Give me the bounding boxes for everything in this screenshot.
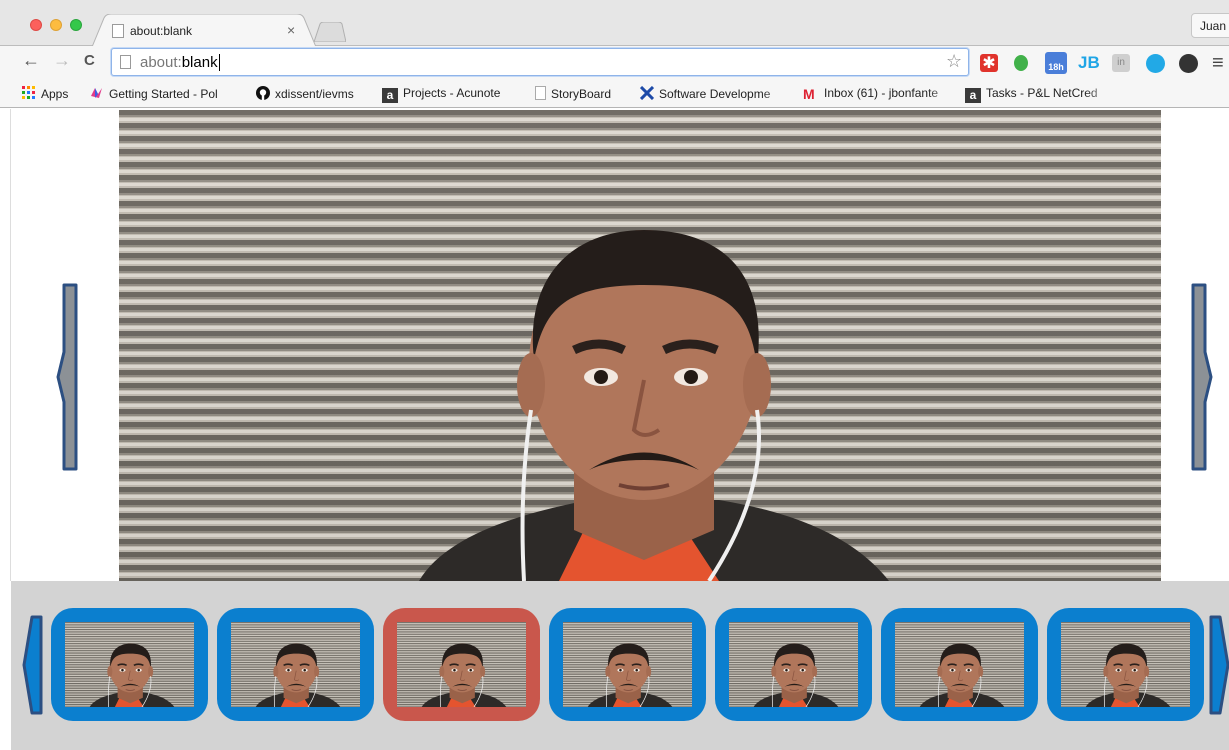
tab-title: about:blank: [130, 24, 193, 38]
profile-button[interactable]: Juan: [1191, 13, 1229, 38]
tab-close-icon[interactable]: ×: [287, 22, 295, 38]
jb-extension-icon[interactable]: JB: [1078, 53, 1100, 72]
thumbnail-image: [367, 622, 556, 707]
thumbnail[interactable]: [35, 608, 224, 721]
address-bar[interactable]: [111, 48, 969, 76]
thumbnail[interactable]: [699, 608, 888, 721]
address-rest: blank: [181, 54, 218, 71]
acunote-icon: a: [382, 88, 398, 103]
bookmark-label: Inbox (61) - jbonfante: [824, 86, 939, 100]
thumbnail-selected[interactable]: [367, 608, 556, 721]
thumbnail-image: [1031, 622, 1220, 707]
zoom-window-button[interactable]: [70, 19, 82, 31]
bookmark-label: Getting Started - Pol: [109, 87, 218, 101]
bookmark-label: StoryBoard: [551, 87, 612, 101]
thumbnail-image: [533, 622, 722, 707]
bookmark-projects-acunote[interactable]: a Projects - Acunote: [382, 86, 500, 103]
bookmark-software-development[interactable]: Software Developme: [640, 86, 792, 101]
bookmark-getting-started[interactable]: Getting Started - Pol: [90, 86, 250, 101]
thumbnail[interactable]: [865, 608, 1054, 721]
search-extension-icon[interactable]: [1146, 54, 1165, 73]
close-window-button[interactable]: [30, 19, 42, 31]
thumbnail[interactable]: [201, 608, 390, 721]
gmail-icon: M: [803, 86, 815, 101]
thumbnail-image: [699, 622, 888, 707]
bookmark-label: Software Developme: [659, 87, 771, 101]
bookmark-apps[interactable]: Apps: [22, 86, 68, 101]
minimize-window-button[interactable]: [50, 19, 62, 31]
page-icon: [120, 55, 131, 69]
previous-arrow-button[interactable]: [56, 282, 80, 472]
thumbnail[interactable]: [533, 608, 722, 721]
calendar-extension-icon[interactable]: 18h: [1045, 52, 1067, 74]
page-edge: [0, 109, 11, 581]
asterisk-extension-icon[interactable]: ✱: [980, 54, 998, 72]
new-tab-button[interactable]: [314, 22, 346, 42]
address-text[interactable]: about:blank: [140, 54, 220, 71]
reload-icon[interactable]: C: [84, 52, 95, 69]
page-icon: [535, 86, 546, 100]
bookmark-label: xdissent/ievms: [275, 87, 354, 101]
tab-active[interactable]: [92, 14, 316, 47]
polymer-icon: [91, 88, 102, 98]
x-logo-icon: [640, 86, 654, 100]
bookmark-inbox[interactable]: M Inbox (61) - jbonfante: [803, 86, 958, 101]
evernote-drop-icon[interactable]: [1014, 55, 1028, 71]
clock-extension-icon[interactable]: [1179, 54, 1198, 73]
bookmark-tasks[interactable]: a Tasks - P&L NetCred: [965, 86, 1115, 103]
thumbnail-image: [35, 622, 224, 707]
bookmark-star-icon[interactable]: ☆: [946, 51, 962, 72]
main-video-frame: [119, 110, 1161, 581]
chrome-menu-icon[interactable]: ≡: [1212, 52, 1224, 75]
bookmark-storyboard[interactable]: StoryBoard: [535, 86, 611, 101]
thumbnail-image: [201, 622, 390, 707]
thumbnail[interactable]: [1031, 608, 1220, 721]
next-arrow-button[interactable]: [1189, 282, 1213, 472]
thumbnail-image: [865, 622, 1054, 707]
linkedin-extension-icon[interactable]: in: [1112, 54, 1130, 72]
page-icon: [112, 24, 124, 38]
bookmark-label: Projects - Acunote: [403, 86, 501, 100]
github-icon: [256, 86, 270, 100]
acunote-icon: a: [965, 88, 981, 103]
apps-grid-icon: [22, 86, 35, 99]
bookmark-label: Apps: [41, 87, 69, 101]
strip-next-arrow-button[interactable]: [1208, 614, 1229, 716]
address-scheme: about:: [140, 54, 182, 71]
back-arrow-icon[interactable]: ←: [22, 50, 40, 71]
bookmark-label: Tasks - P&L NetCred: [986, 86, 1098, 100]
bookmark-xdissent[interactable]: xdissent/ievms: [256, 86, 354, 101]
strip-previous-arrow-button[interactable]: [20, 614, 44, 716]
forward-arrow-icon[interactable]: →: [53, 50, 71, 71]
